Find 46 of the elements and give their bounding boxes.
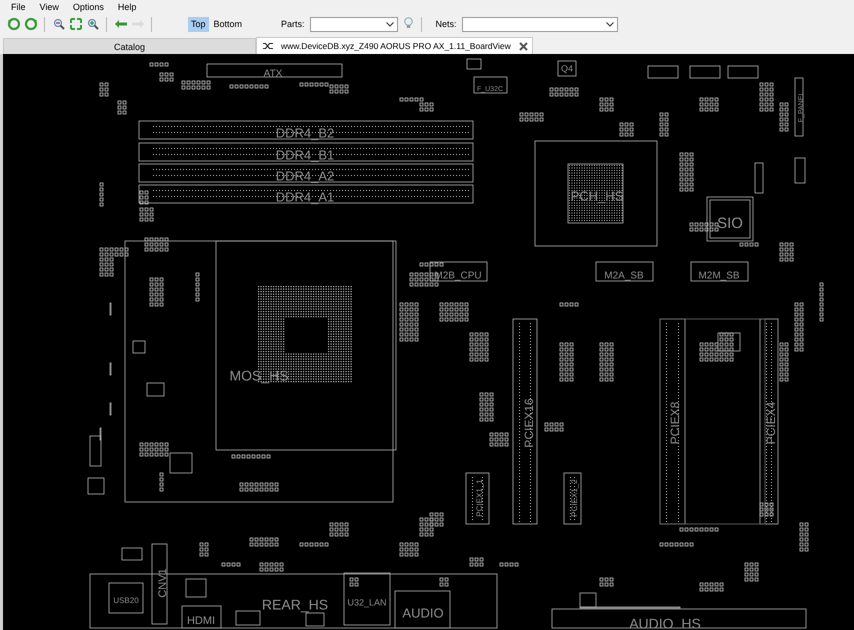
component-label: DDR4_B1 <box>276 147 334 162</box>
menu-item[interactable]: Help <box>110 2 144 12</box>
component-label: SIO <box>717 214 743 232</box>
document-tab[interactable]: Catalog <box>3 38 256 54</box>
menu-item[interactable]: File <box>4 2 33 12</box>
menu-item[interactable]: Options <box>66 2 111 12</box>
component-label: PCIEX4 <box>764 402 778 444</box>
component-label: ATX <box>264 68 282 80</box>
component-label: HDMI <box>186 614 216 627</box>
fit-icon[interactable] <box>68 17 82 31</box>
component-label: DDR4_A2 <box>276 168 334 184</box>
document-tab[interactable]: www.DeviceDB.xyz_Z490 AORUS PRO AX_1.11_BoardView <box>256 37 533 54</box>
caret-icon[interactable] <box>386 22 394 26</box>
dropdown-field[interactable] <box>310 16 398 32</box>
shuffle-icon <box>263 42 273 50</box>
component-label: M2B_CPU <box>434 270 482 282</box>
component-label: PCIEX1_1 <box>475 479 484 517</box>
component-label: MOS_HS <box>229 368 289 384</box>
field-label: Parts: <box>281 19 305 29</box>
dropdown-field[interactable] <box>462 16 618 32</box>
field-label: Nets: <box>436 19 457 29</box>
component-label: USB20 <box>113 596 139 606</box>
zoom-out-icon[interactable] <box>52 17 66 31</box>
component-label: DDR4_B2 <box>276 125 334 140</box>
lightbulb-icon[interactable] <box>404 17 413 31</box>
component-label: M2A_SB <box>604 270 644 282</box>
close-icon[interactable] <box>518 42 528 50</box>
component-label: DDR4_A1 <box>276 189 334 204</box>
component-label: REAR_HS <box>262 596 328 613</box>
side-toggle-button[interactable]: Top <box>188 16 209 32</box>
component-label: PCIEX16 <box>522 398 536 448</box>
rotate-left-icon[interactable] <box>6 17 20 31</box>
menu-item[interactable]: View <box>32 2 66 12</box>
component-label: M2M_SB <box>698 270 740 282</box>
zoom-in-icon[interactable] <box>86 17 100 31</box>
component-label: PCIEX8 <box>668 402 682 444</box>
rotate-right-icon[interactable] <box>24 17 38 31</box>
component-label: AUDIO <box>402 605 444 620</box>
component-label: CNV1 <box>156 568 169 598</box>
caret-icon[interactable] <box>606 22 614 26</box>
component-label: PCIEX1_2 <box>570 479 580 517</box>
side-toggle-button[interactable]: Bottom <box>210 16 246 32</box>
component-label: PCH_HS <box>570 188 624 204</box>
component-label: AUDIO_HS <box>629 616 701 630</box>
component-label: U32_LAN <box>347 597 387 608</box>
component-label: Q4 <box>561 63 573 74</box>
